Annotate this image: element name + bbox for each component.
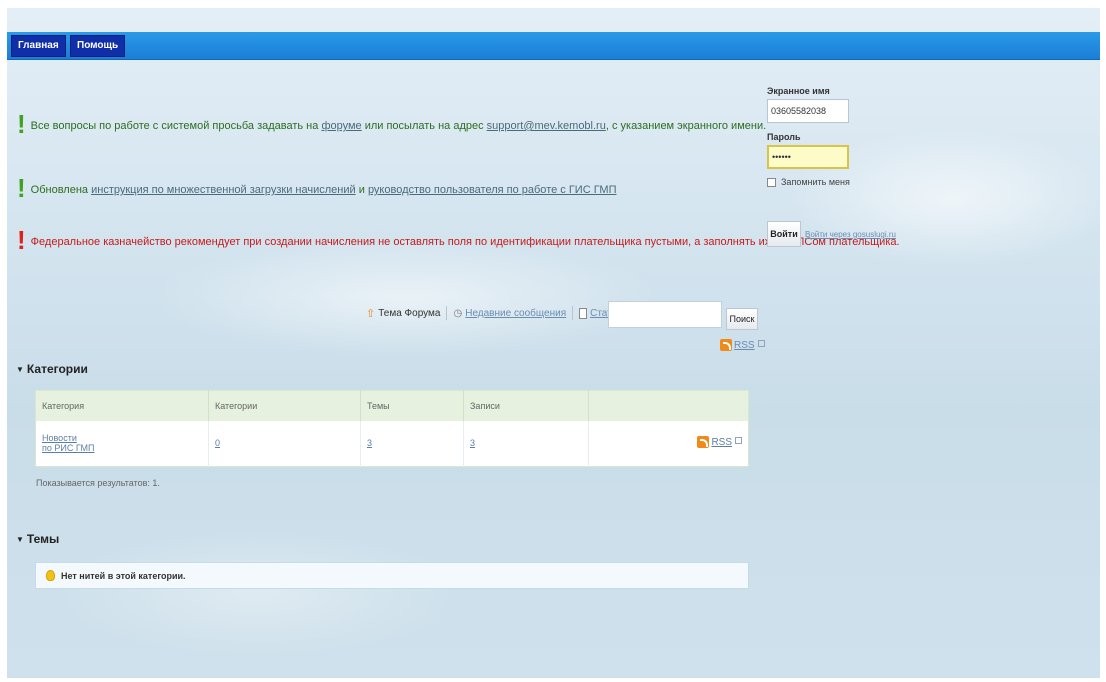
- subcategories-cell: 0: [208, 420, 361, 467]
- collapse-triangle-icon[interactable]: ▼: [16, 365, 24, 374]
- toolbar-divider: [446, 306, 448, 320]
- top-nav-bar: Главная Помощь: [7, 32, 1100, 60]
- password-input[interactable]: [767, 145, 849, 169]
- column-header-subcategories: Категории: [208, 390, 361, 421]
- search-input[interactable]: [608, 301, 722, 328]
- category-link[interactable]: Новости по РИС ГМП: [42, 433, 94, 453]
- recent-posts-link[interactable]: Недавние сообщения: [465, 308, 566, 319]
- rss-icon: [720, 339, 732, 351]
- search-button[interactable]: Поиск: [726, 308, 758, 330]
- notice-exclamation-icon: !: [17, 109, 26, 139]
- category-name-cell: Новости по РИС ГМП: [35, 420, 209, 467]
- instruction-link[interactable]: инструкция по множественной загрузки нач…: [91, 184, 356, 196]
- column-header-threads: Темы: [360, 390, 464, 421]
- toolbar-divider: [572, 306, 574, 320]
- column-header-rss: [588, 390, 749, 421]
- column-header-category: Категория: [35, 390, 209, 421]
- collapse-triangle-icon[interactable]: ▼: [16, 535, 24, 544]
- column-header-posts: Записи: [463, 390, 589, 421]
- support-email-link[interactable]: support@mev.kemobl.ru: [487, 120, 606, 132]
- forum-link[interactable]: форуме: [321, 120, 361, 132]
- subcategories-count-link[interactable]: 0: [215, 438, 220, 448]
- threads-count-link[interactable]: 3: [367, 438, 372, 448]
- posts-cell: 3: [463, 420, 589, 467]
- threads-cell: 3: [360, 420, 464, 467]
- categories-table: Категория Категории Темы Записи Новости п…: [35, 390, 749, 467]
- forum-rss: RSS: [720, 339, 765, 354]
- categories-heading[interactable]: ▼ Категории: [16, 362, 88, 376]
- arrow-up-icon: ⇧: [366, 307, 376, 320]
- results-count: Показывается результатов: 1.: [36, 478, 160, 488]
- page-background: Главная Помощь ! Все вопросы по работе с …: [7, 8, 1100, 678]
- forum-toolbar: ⇧ Тема Форума ◷ Недавние сообщения Стати…: [366, 306, 643, 320]
- rss-icon: [697, 436, 710, 449]
- background-cloud: [147, 238, 667, 358]
- user-manual-link[interactable]: руководство пользователя по работе с ГИС…: [368, 184, 617, 196]
- forum-theme-link[interactable]: Тема Форума: [378, 308, 440, 319]
- category-rss-link[interactable]: RSS: [697, 436, 732, 449]
- table-header-row: Категория Категории Темы Записи: [35, 390, 749, 421]
- background-cloud: [47, 528, 467, 658]
- password-label: Пароль: [767, 132, 801, 142]
- nav-help-button[interactable]: Помощь: [70, 35, 126, 57]
- gosuslugi-login-link[interactable]: Войти через gosuslugi.ru: [805, 230, 896, 239]
- lightbulb-icon: [46, 570, 55, 581]
- no-threads-message: Нет нитей в этой категории.: [35, 562, 749, 589]
- screen-name-input[interactable]: [767, 99, 849, 123]
- screen-name-label: Экранное имя: [767, 86, 830, 96]
- login-panel: Экранное имя Пароль Запомнить меня Войти…: [767, 86, 897, 247]
- posts-count-link[interactable]: 3: [470, 438, 475, 448]
- remember-me-checkbox[interactable]: [767, 177, 776, 187]
- category-rss-cell: RSS: [589, 421, 749, 467]
- remember-me-label: Запомнить меня: [781, 177, 850, 187]
- notice-update: ! Обновлена инструкция по множественной з…: [17, 173, 617, 203]
- external-link-icon: [735, 437, 742, 445]
- clock-icon: ◷: [453, 307, 463, 319]
- threads-heading[interactable]: ▼ Темы: [16, 532, 59, 546]
- forum-rss-link[interactable]: RSS: [720, 339, 755, 351]
- notice-exclamation-icon: !: [17, 225, 26, 255]
- notice-forum: ! Все вопросы по работе с системой просьб…: [17, 109, 767, 139]
- remember-me[interactable]: Запомнить меня: [767, 177, 897, 187]
- document-icon: [579, 307, 588, 319]
- external-link-icon: [757, 340, 765, 347]
- nav-home-button[interactable]: Главная: [11, 35, 66, 57]
- login-button[interactable]: Войти: [767, 221, 801, 247]
- table-row: Новости по РИС ГМП 0 3 3 RSS: [35, 420, 749, 467]
- notice-exclamation-icon: !: [17, 173, 26, 203]
